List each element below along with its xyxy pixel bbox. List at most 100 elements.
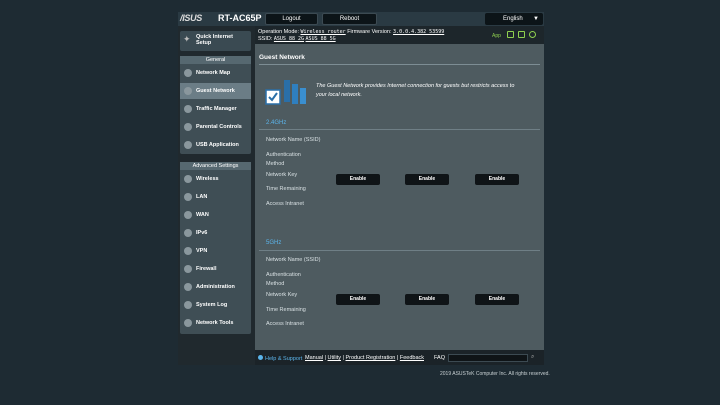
sidebar-item-label: Wireless: [196, 176, 219, 182]
sidebar-item-traffic-manager[interactable]: Traffic Manager: [180, 101, 251, 117]
band-title-24: 2.4GHz: [266, 120, 287, 126]
log-icon: [184, 301, 192, 309]
search-icon[interactable]: ⌕: [531, 354, 540, 362]
operation-mode-label: Operation Mode:: [258, 29, 299, 35]
feedback-link[interactable]: Feedback: [400, 355, 424, 361]
asus-logo: /ISUS: [180, 13, 203, 23]
admin-icon: [184, 283, 192, 291]
enable-button[interactable]: Enable: [336, 174, 380, 185]
manual-link[interactable]: Manual: [305, 355, 323, 361]
globe-icon: [184, 211, 192, 219]
reboot-button[interactable]: Reboot: [322, 13, 377, 25]
band-divider: [259, 250, 540, 251]
firmware-label: Firmware Version:: [347, 29, 392, 35]
house-icon: [184, 193, 192, 201]
row-label-auth: Authentication Method: [266, 152, 301, 167]
logout-button[interactable]: Logout: [265, 13, 318, 25]
traffic-icon: [184, 105, 192, 113]
lan-status-icon[interactable]: [518, 31, 525, 38]
ssid-label: SSID:: [258, 36, 273, 42]
chevron-down-icon: ▼: [533, 16, 539, 22]
guest-icon: [184, 87, 192, 95]
page-title: Guest Network: [259, 54, 305, 61]
operation-mode-link[interactable]: Wireless router: [301, 29, 346, 35]
sidebar-item-label: Administration: [196, 284, 235, 290]
language-select[interactable]: English ▼: [485, 13, 543, 25]
sidebar-item-label: VPN: [196, 248, 208, 254]
globe-icon: [184, 69, 192, 77]
vpn-icon: [184, 247, 192, 255]
ssid-5-link[interactable]: ASUS_88_5G: [306, 36, 336, 42]
sidebar-item-administration[interactable]: Administration: [180, 279, 251, 295]
band-divider: [259, 129, 540, 130]
status-line-mode: Operation Mode: Wireless router Firmware…: [258, 29, 444, 35]
row-label-time: Time Remaining: [266, 307, 306, 313]
row-label-intranet: Access Intranet: [266, 321, 304, 327]
sidebar-item-label: Guest Network: [196, 88, 235, 94]
sidebar-item-guest-network[interactable]: Guest Network: [180, 83, 251, 99]
lock-icon: [184, 123, 192, 131]
faq-search-input[interactable]: [448, 354, 528, 362]
wand-icon: ✦: [183, 34, 191, 44]
guest-network-description: The Guest Network provides Internet conn…: [316, 83, 515, 98]
sidebar-item-network-map[interactable]: Network Map: [180, 65, 251, 81]
footer-links: Manual | Utility | Product Registration …: [305, 355, 424, 361]
sidebar-item-system-log[interactable]: System Log: [180, 297, 251, 313]
enable-button[interactable]: Enable: [475, 174, 519, 185]
qis-label: Quick Internet Setup: [196, 34, 233, 46]
sidebar-item-label: WAN: [196, 212, 209, 218]
sidebar-item-label: USB Application: [196, 142, 239, 148]
sidebar-item-ipv6[interactable]: IPv6: [180, 225, 251, 241]
sidebar-item-label: System Log: [196, 302, 228, 308]
row-label-ssid: Network Name (SSID): [266, 137, 321, 143]
sidebar-item-label: Firewall: [196, 266, 217, 272]
copyright: 2019 ASUSTeK Computer Inc. All rights re…: [440, 371, 550, 377]
faq-label: FAQ: [434, 355, 446, 361]
sidebar-item-label: Network Map: [196, 70, 231, 76]
app-link[interactable]: App: [492, 33, 501, 39]
guest-network-icon: [265, 80, 306, 105]
row-label-auth: Authentication Method: [266, 272, 301, 287]
tools-icon: [184, 319, 192, 327]
help-support: Help & Support: [258, 355, 302, 362]
sidebar-item-label: Network Tools: [196, 320, 234, 326]
sidebar-item-label: Traffic Manager: [196, 106, 237, 112]
enable-button[interactable]: Enable: [405, 174, 449, 185]
row-label-ssid: Network Name (SSID): [266, 257, 321, 263]
sidebar-item-usb-application[interactable]: USB Application: [180, 137, 251, 153]
row-label-time: Time Remaining: [266, 186, 306, 192]
enable-button[interactable]: Enable: [475, 294, 519, 305]
sidebar-item-wan[interactable]: WAN: [180, 207, 251, 223]
sidebar-item-label: IPv6: [196, 230, 208, 236]
usb-icon: [184, 141, 192, 149]
sidebar-item-lan[interactable]: LAN: [180, 189, 251, 205]
utility-link[interactable]: Utility: [328, 355, 341, 361]
help-icon: [258, 355, 263, 360]
sidebar-item-wireless[interactable]: Wireless: [180, 171, 251, 187]
ssid-24-link[interactable]: ASUS_88_2G: [274, 36, 304, 42]
band-title-5: 5GHz: [266, 240, 282, 246]
firewall-icon: [184, 265, 192, 273]
ipv6-icon: [184, 229, 192, 237]
firmware-link[interactable]: 3.0.0.4.382_53599: [393, 29, 444, 35]
usb-status-icon[interactable]: [529, 31, 536, 38]
sidebar-item-vpn[interactable]: VPN: [180, 243, 251, 259]
help-label: Help & Support: [265, 356, 303, 362]
wifi-icon: [184, 175, 192, 183]
status-line-ssid: SSID: ASUS_88_2G ASUS_88_5G: [258, 36, 336, 42]
sidebar-item-parental-controls[interactable]: Parental Controls: [180, 119, 251, 135]
general-section-header: General: [180, 56, 251, 64]
sidebar-item-firewall[interactable]: Firewall: [180, 261, 251, 277]
sidebar-item-label: LAN: [196, 194, 208, 200]
internet-status-icon[interactable]: [507, 31, 514, 38]
language-value: English: [503, 16, 523, 22]
row-label-key: Network Key: [266, 172, 298, 178]
row-label-key: Network Key: [266, 292, 298, 298]
sidebar-item-label: Parental Controls: [196, 124, 242, 130]
advanced-section-header: Advanced Settings: [180, 162, 251, 170]
enable-button[interactable]: Enable: [405, 294, 449, 305]
product-registration-link[interactable]: Product Registration: [346, 355, 396, 361]
enable-button[interactable]: Enable: [336, 294, 380, 305]
model-name: RT-AC65P: [218, 13, 262, 23]
sidebar-item-network-tools[interactable]: Network Tools: [180, 315, 251, 331]
